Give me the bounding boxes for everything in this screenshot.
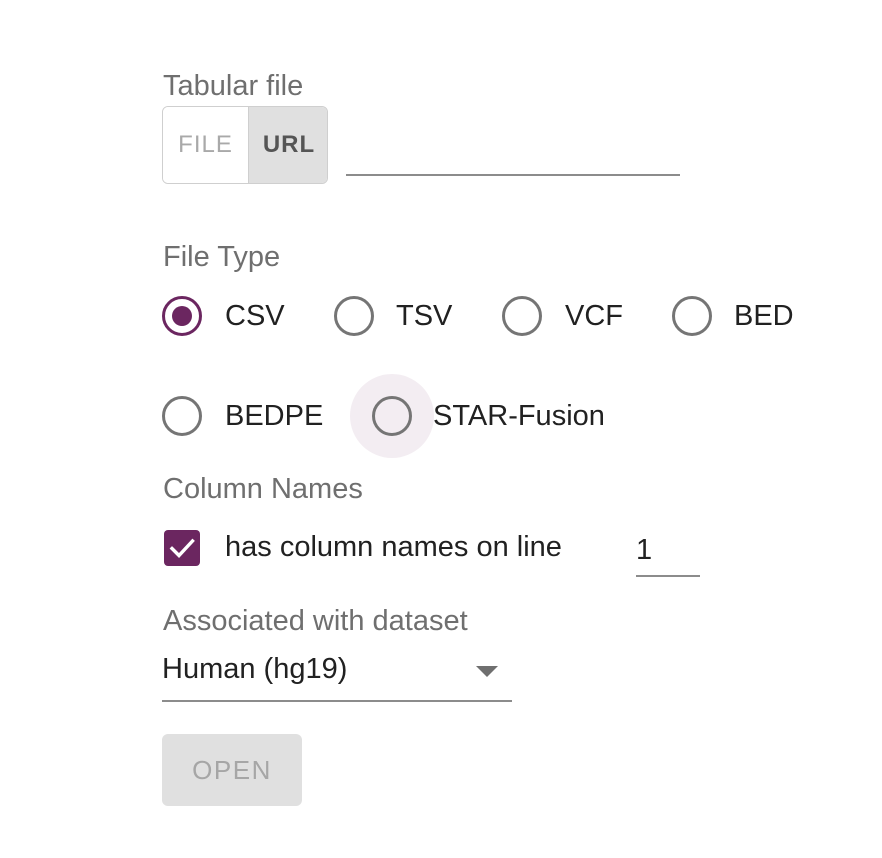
url-input[interactable] [346, 136, 680, 176]
radio-bed-label: BED [734, 299, 794, 332]
source-toggle: FILE URL [162, 106, 328, 184]
radio-unchecked-icon [502, 296, 542, 336]
column-names-line-input[interactable] [636, 526, 700, 577]
radio-unchecked-icon [334, 296, 374, 336]
dropdown-arrow-icon [476, 666, 498, 677]
column-names-label: Column Names [163, 473, 363, 505]
radio-vcf[interactable]: VCF [502, 296, 623, 336]
radio-csv[interactable]: CSV [162, 296, 285, 336]
radio-star-fusion[interactable]: STAR-Fusion [372, 396, 605, 436]
column-names-checkbox-label: has column names on line [225, 531, 562, 563]
url-toggle-button[interactable]: URL [249, 107, 327, 183]
dataset-label: Associated with dataset [163, 605, 468, 637]
radio-vcf-label: VCF [565, 299, 623, 332]
column-names-checkbox[interactable] [164, 530, 200, 566]
check-icon [169, 538, 195, 558]
radio-unchecked-icon [162, 396, 202, 436]
radio-bed[interactable]: BED [672, 296, 794, 336]
radio-tsv[interactable]: TSV [334, 296, 452, 336]
file-type-label: File Type [163, 241, 281, 273]
radio-checked-icon [162, 296, 202, 336]
file-toggle-button[interactable]: FILE [163, 107, 249, 183]
tabular-file-label: Tabular file [163, 70, 304, 102]
radio-unchecked-icon [372, 396, 412, 436]
radio-tsv-label: TSV [396, 299, 453, 332]
radio-bedpe-label: BEDPE [225, 399, 324, 432]
open-button[interactable]: OPEN [162, 734, 302, 806]
dataset-select-value: Human (hg19) [162, 653, 348, 685]
radio-csv-label: CSV [225, 299, 285, 332]
dataset-select[interactable]: Human (hg19) [162, 640, 512, 702]
radio-unchecked-icon [672, 296, 712, 336]
radio-bedpe[interactable]: BEDPE [162, 396, 323, 436]
radio-star-fusion-label: STAR-Fusion [433, 399, 605, 432]
